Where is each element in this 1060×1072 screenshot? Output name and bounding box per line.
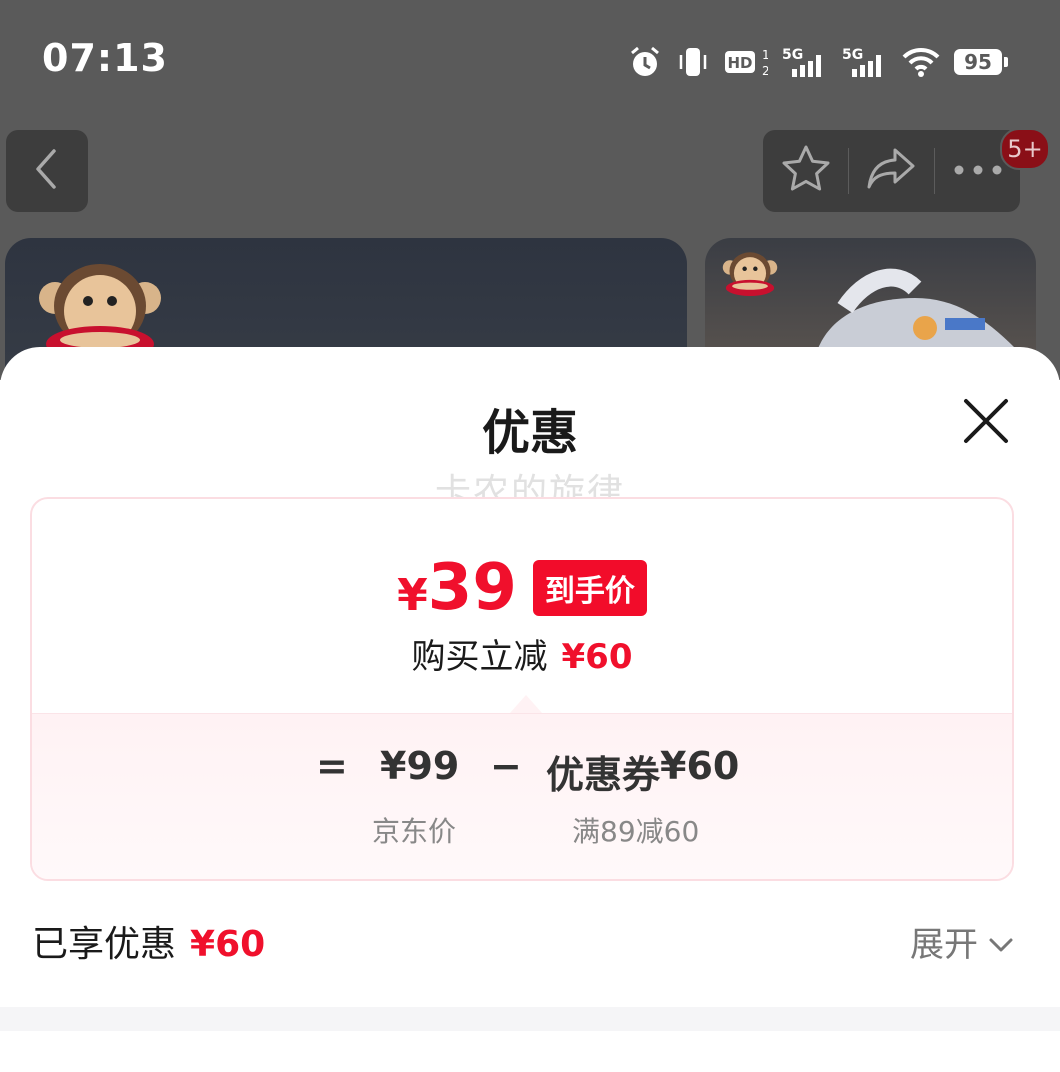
- notification-badge: 5+: [1000, 128, 1050, 170]
- base-price: ¥99: [380, 744, 460, 788]
- coupon-caption: 满89减60: [572, 815, 700, 848]
- close-icon: [961, 396, 1011, 450]
- svg-text:HD: HD: [727, 54, 752, 72]
- battery-icon: 95: [954, 49, 1008, 75]
- pointer-notch: [510, 695, 542, 713]
- final-price: ¥ 39 到手价: [32, 551, 1012, 625]
- base-price-caption: 京东价: [372, 815, 457, 848]
- share-icon: [865, 142, 919, 200]
- price-breakdown: = ¥99 − 优惠券 ¥60 京东价 满89减60: [32, 713, 1012, 879]
- svg-text:1: 1: [762, 48, 768, 62]
- share-button[interactable]: [849, 130, 934, 212]
- svg-text:5G: 5G: [782, 47, 803, 63]
- enjoyed-discount: 已享优惠 ¥60: [32, 915, 265, 967]
- close-button[interactable]: [958, 395, 1014, 451]
- final-price-tag: 到手价: [532, 560, 647, 616]
- coupon-amount: ¥60: [660, 744, 740, 788]
- expand-button[interactable]: 展开: [910, 917, 1014, 966]
- instant-discount-label: 购买立减: [411, 637, 548, 677]
- nav-action-group: [763, 130, 1020, 212]
- hd-icon: HD 1 2: [724, 45, 768, 79]
- final-price-value: 39: [427, 551, 517, 625]
- svg-text:2: 2: [762, 64, 768, 78]
- vibrate-icon: [676, 45, 710, 79]
- alarm-icon: [628, 45, 662, 79]
- brand-logo: [35, 256, 165, 362]
- status-icons: HD 1 2 5G 5G 95: [628, 42, 1008, 82]
- enjoyed-discount-label: 已享优惠: [32, 924, 177, 965]
- section-divider: [0, 1007, 1060, 1031]
- minus-sign: −: [490, 744, 522, 788]
- more-icon: [951, 162, 1005, 181]
- signal-icon: 5G: [782, 45, 828, 79]
- wifi-icon: [902, 45, 940, 79]
- enjoyed-discount-amount: ¥60: [190, 924, 266, 965]
- expand-label: 展开: [910, 925, 978, 965]
- chevron-down-icon: [988, 922, 1014, 962]
- instant-discount: 购买立减 ¥60: [32, 629, 1012, 678]
- signal-icon: 5G: [842, 45, 888, 79]
- brand-logo: [721, 246, 779, 300]
- background-page: 07:13 HD 1 2 5G 5G 95 5+: [0, 0, 1060, 380]
- status-bar: 07:13 HD 1 2 5G 5G 95: [0, 0, 1060, 110]
- instant-discount-amount: ¥60: [561, 637, 633, 677]
- sheet-title: 优惠: [481, 405, 578, 461]
- back-button[interactable]: [6, 130, 88, 212]
- price-card: ¥ 39 到手价 购买立减 ¥60 = ¥99 − 优惠券 ¥60 京东价 满89…: [30, 497, 1014, 881]
- favorite-button[interactable]: [763, 130, 848, 212]
- status-time: 07:13: [42, 36, 168, 80]
- currency-symbol: ¥: [397, 569, 428, 621]
- discount-sheet: 优惠 卡农的旋律 ¥ 39 到手价 购买立减 ¥60 = ¥99 − 优惠券 ¥6…: [0, 347, 1060, 1072]
- equals-sign: =: [316, 744, 348, 788]
- svg-text:5G: 5G: [842, 47, 863, 63]
- chevron-left-icon: [32, 147, 62, 195]
- star-icon: [779, 142, 833, 200]
- coupon-label: 优惠券: [546, 753, 661, 797]
